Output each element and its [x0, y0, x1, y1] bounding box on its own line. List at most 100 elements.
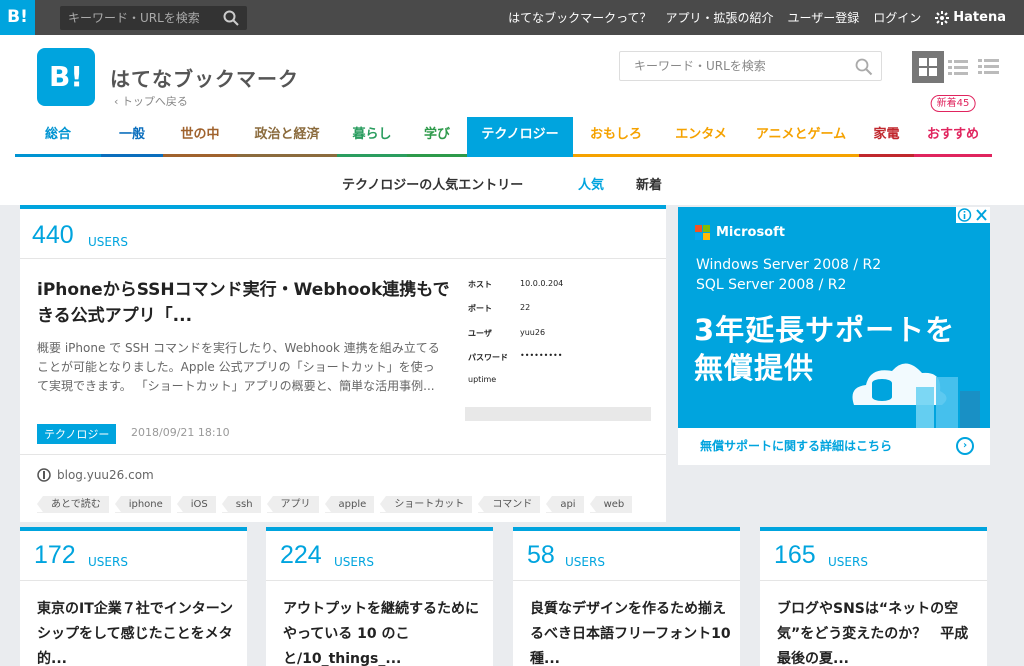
hatena-menu[interactable]: Hatena [935, 10, 1006, 25]
divider [513, 580, 740, 581]
divider [266, 580, 493, 581]
entry-title[interactable]: iPhoneからSSHコマンド実行・Webhook連携もできる公式アプリ「... [37, 277, 457, 329]
ad-headline-1: 3年延長サポートを [694, 313, 956, 347]
sub-nav: テクノロジーの人気エントリー 人気 新着 [0, 157, 1024, 205]
grid-view-button[interactable] [912, 51, 944, 83]
thumb-label: ホスト [468, 280, 492, 289]
entry-card[interactable]: 165 USERS ブログやSNSは“ネットの空気”をどう変えたのか？ 平成最後… [760, 527, 987, 666]
ad-line-1: Windows Server 2008 / R2 [696, 257, 882, 273]
tab-all[interactable]: 総合 [15, 117, 101, 157]
entry-title[interactable]: アウトプットを継続するためにやっている 10 のこと/10_things_... [283, 597, 488, 666]
users-label: USERS [88, 555, 128, 569]
grid-icon [919, 58, 937, 76]
tab-fun[interactable]: おもしろ [573, 117, 659, 157]
global-header-bar: B! はてなブックマークって？ アプリ・拡張の紹介 ユーザー登録 ログイン Ha… [0, 0, 1024, 35]
global-search-input[interactable] [60, 6, 220, 30]
tab-popular[interactable]: 人気 [578, 174, 604, 193]
thumb-label: uptime [468, 375, 497, 384]
thumb-value: ••••••••• [520, 351, 563, 360]
apps-link[interactable]: アプリ・拡張の紹介 [665, 9, 773, 26]
ad-line-2: SQL Server 2008 / R2 [696, 277, 847, 293]
global-search-box [60, 6, 247, 30]
about-link[interactable]: はてなブックマークって？ [508, 9, 651, 26]
close-icon[interactable] [973, 207, 990, 223]
tab-anime-game[interactable]: アニメとゲーム [743, 117, 859, 157]
windows-logo-icon [695, 225, 710, 240]
tag[interactable]: アプリ [266, 496, 319, 513]
tab-entertainment[interactable]: エンタメ [659, 117, 743, 157]
login-link[interactable]: ログイン [873, 9, 921, 26]
users-label: USERS [565, 555, 605, 569]
section-title: テクノロジーの人気エントリー [342, 178, 524, 193]
users-label: USERS [828, 555, 868, 569]
tab-recommended[interactable]: 新着45 おすすめ [914, 95, 992, 157]
search-icon[interactable] [223, 10, 239, 26]
entry-title[interactable]: 東京のIT企業７社でインターンシップをして感じたことをメタ的... [37, 597, 242, 666]
entry-card[interactable]: 224 USERS アウトプットを継続するためにやっている 10 のこと/10_… [266, 527, 493, 666]
tag[interactable]: iOS [176, 496, 216, 513]
tab-learning[interactable]: 学び [407, 117, 467, 157]
ad-cta[interactable]: 無償サポートに関する詳細はこちら › [678, 428, 990, 465]
tag[interactable]: コマンド [478, 496, 541, 513]
tag-list: あとで読む iphone iOS ssh アプリ apple ショートカット コ… [37, 496, 638, 513]
tag[interactable]: web [589, 496, 633, 513]
site-title[interactable]: はてなブックマーク [110, 63, 299, 92]
top-entry-card[interactable]: 440 USERS iPhoneからSSHコマンド実行・Webhook連携もでき… [20, 205, 666, 522]
cloud-server-icon [852, 363, 980, 431]
new-count-badge: 新着45 [930, 95, 976, 112]
entry-domain[interactable]: blog.yuu26.com [37, 468, 154, 482]
category-badge[interactable]: テクノロジー [37, 424, 117, 444]
thumb-label: パスワード [468, 353, 508, 362]
bookmark-count[interactable]: 165 [774, 541, 816, 570]
list-view-button[interactable] [945, 51, 977, 83]
entry-description: 概要 iPhone で SSH コマンドを実行したり、Webhook 連携を組み… [37, 341, 440, 393]
ad-choices[interactable] [956, 207, 990, 223]
entry-card[interactable]: 172 USERS 東京のIT企業７社でインターンシップをして感じたことをメタ的… [20, 527, 247, 666]
entry-date: 2018/09/21 18:10 [131, 426, 230, 439]
info-icon[interactable] [956, 207, 973, 223]
main-search-box [619, 51, 882, 81]
register-link[interactable]: ユーザー登録 [788, 9, 860, 26]
divider [20, 580, 247, 581]
entry-title[interactable]: ブログやSNSは“ネットの空気”をどう変えたのか？ 平成最後の夏... [777, 597, 982, 666]
tag[interactable]: iphone [114, 496, 171, 513]
tag[interactable]: apple [324, 496, 375, 513]
arrow-right-icon: › [956, 437, 974, 455]
thumb-label: ポート [468, 304, 492, 313]
tag[interactable]: ショートカット [380, 496, 473, 513]
users-label: USERS [88, 235, 128, 249]
tab-appliances[interactable]: 家電 [859, 117, 914, 157]
main-search-input[interactable] [620, 52, 850, 80]
thumb-label: ユーザ [468, 329, 492, 338]
entry-card[interactable]: 58 USERS 良質なデザインを作るため揃えるべき日本語フリーフォント10種.… [513, 527, 740, 666]
compact-view-button[interactable] [975, 51, 1007, 83]
tab-new[interactable]: 新着 [636, 174, 662, 193]
tab-technology[interactable]: テクノロジー [467, 117, 573, 157]
hatena-bookmark-logo[interactable]: B! [0, 0, 35, 35]
microsoft-logo: Microsoft [695, 225, 785, 240]
tab-life[interactable]: 暮らし [337, 117, 407, 157]
tab-general[interactable]: 一般 [101, 117, 163, 157]
tab-politics-economy[interactable]: 政治と経済 [237, 117, 337, 157]
category-nav: 総合 一般 世の中 政治と経済 暮らし 学び テクノロジー おもしろ エンタメ … [15, 95, 992, 157]
bookmark-count[interactable]: 224 [280, 541, 322, 570]
bookmark-count[interactable]: 58 [527, 541, 555, 570]
users-label: USERS [334, 555, 374, 569]
list-icon [948, 60, 968, 75]
advertisement[interactable]: Microsoft Windows Server 2008 / R2 SQL S… [678, 207, 990, 465]
tab-world[interactable]: 世の中 [163, 117, 237, 157]
tag[interactable]: ssh [221, 496, 261, 513]
entry-title[interactable]: 良質なデザインを作るため揃えるべき日本語フリーフォント10種... [530, 597, 735, 666]
divider [20, 258, 666, 259]
back-to-top-link[interactable]: ‹ トップへ戻る [114, 93, 188, 109]
bookmark-count[interactable]: 440 [32, 221, 74, 250]
ad-headline-2: 無償提供 [694, 351, 815, 385]
tag[interactable]: api [546, 496, 584, 513]
favicon-icon [37, 468, 51, 482]
thumb-value: 10.0.0.204 [520, 279, 564, 288]
entry-thumbnail[interactable]: ホスト 10.0.0.204 ポート 22 ユーザ yuu26 パスワード ••… [465, 271, 651, 421]
tag[interactable]: あとで読む [37, 496, 109, 513]
bookmark-count[interactable]: 172 [34, 541, 76, 570]
site-logo[interactable]: B! [37, 48, 95, 106]
search-icon[interactable] [855, 58, 873, 76]
